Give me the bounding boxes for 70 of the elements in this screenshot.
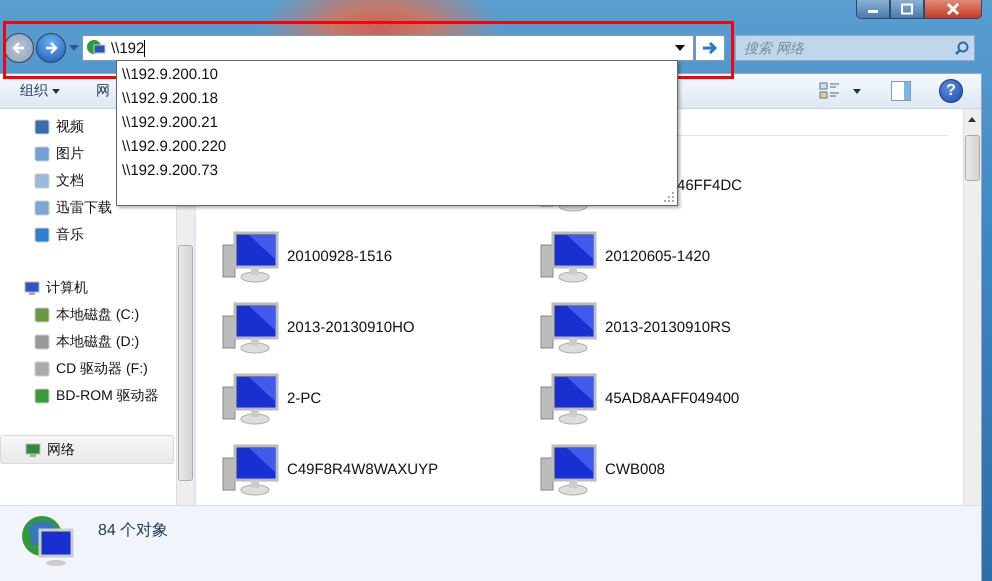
nav-icon bbox=[24, 440, 42, 458]
nav-icon bbox=[33, 144, 51, 162]
suggestion-item[interactable]: \\192.9.200.21 bbox=[117, 111, 677, 135]
scrollbar[interactable] bbox=[963, 109, 981, 505]
computer-name[interactable]: 45AD8AAFF049400 bbox=[605, 390, 740, 407]
nav-item[interactable]: 网络 bbox=[0, 435, 174, 464]
suggestion-item[interactable]: \\192.9.200.10 bbox=[117, 63, 677, 87]
nav-item[interactable]: 本地磁盘 (D:) bbox=[0, 328, 176, 355]
computer-icon bbox=[221, 228, 281, 284]
preview-pane-icon[interactable] bbox=[891, 81, 911, 101]
computer-icon bbox=[539, 370, 599, 426]
nav-item[interactable]: 计算机 bbox=[0, 274, 176, 301]
resize-grip-icon[interactable] bbox=[663, 191, 675, 203]
nav-icon bbox=[33, 118, 51, 136]
nav-icon bbox=[33, 332, 51, 350]
computer-name[interactable]: 2-PC bbox=[287, 390, 322, 407]
nav-icon bbox=[33, 172, 51, 190]
computer-name[interactable]: 46FF4DC bbox=[677, 177, 742, 194]
caret-icon[interactable] bbox=[675, 45, 685, 51]
suggestion-item[interactable]: \\192.9.200.18 bbox=[117, 87, 677, 111]
help-button[interactable]: ? bbox=[939, 79, 963, 103]
suggestion-item[interactable]: \\192.9.200.73 bbox=[117, 159, 677, 183]
close-icon bbox=[944, 2, 962, 16]
nav-item[interactable]: 音乐 bbox=[0, 221, 176, 248]
toolbar-item[interactable]: 网 bbox=[96, 82, 110, 100]
maximize-button[interactable] bbox=[890, 0, 924, 19]
item-count: 84 个对象 bbox=[98, 520, 168, 541]
nav-icon bbox=[23, 278, 41, 296]
nav-icon bbox=[33, 306, 51, 324]
network-icon bbox=[86, 39, 106, 57]
right-arrow-icon bbox=[702, 41, 718, 55]
computer-icon bbox=[539, 228, 599, 284]
computer-icon bbox=[221, 442, 281, 498]
go-button[interactable] bbox=[695, 35, 725, 61]
view-options-icon[interactable] bbox=[819, 81, 841, 101]
computer-name[interactable]: C49F8R4W8WAXUYP bbox=[287, 461, 438, 478]
computer-icon bbox=[221, 300, 281, 356]
back-button[interactable] bbox=[4, 33, 34, 63]
close-button[interactable] bbox=[924, 0, 982, 19]
scroll-thumb[interactable] bbox=[965, 135, 980, 181]
suggestion-item[interactable]: \\192.9.200.220 bbox=[117, 135, 677, 159]
caret-icon bbox=[52, 88, 60, 94]
computer-name[interactable]: CWB008 bbox=[605, 461, 666, 478]
scroll-up-icon[interactable] bbox=[968, 117, 976, 122]
nav-item[interactable]: BD-ROM 驱动器 bbox=[0, 382, 176, 409]
right-arrow-icon bbox=[44, 42, 58, 54]
minimize-button[interactable] bbox=[856, 0, 890, 19]
caret-icon[interactable] bbox=[853, 88, 861, 94]
computer-icon bbox=[539, 300, 599, 356]
maximize-icon bbox=[899, 3, 915, 15]
left-arrow-icon bbox=[12, 42, 26, 54]
search-icon bbox=[955, 41, 969, 55]
computer-name[interactable]: 2013-20130910RS bbox=[605, 319, 731, 336]
nav-icon bbox=[33, 386, 51, 404]
nav-item[interactable]: CD 驱动器 (F:) bbox=[0, 355, 176, 382]
nav-icon bbox=[33, 198, 51, 216]
computer-icon bbox=[539, 442, 599, 498]
computer-icon bbox=[221, 370, 281, 426]
computer-name[interactable]: 20120605-1420 bbox=[605, 248, 710, 265]
scroll-thumb[interactable] bbox=[178, 245, 193, 481]
nav-icon bbox=[33, 360, 51, 378]
forward-button[interactable] bbox=[36, 33, 66, 63]
nav-item[interactable]: 迅雷下载 bbox=[0, 194, 176, 221]
organize-menu-button[interactable]: 组织 bbox=[20, 82, 60, 100]
computer-name[interactable]: 2013-20130910HO bbox=[287, 319, 415, 336]
nav-icon bbox=[33, 226, 51, 244]
search-field[interactable]: 搜索 网络 bbox=[735, 35, 975, 61]
computer-name[interactable]: 20100928-1516 bbox=[287, 248, 392, 265]
nav-item[interactable]: 本地磁盘 (C:) bbox=[0, 301, 176, 328]
address-field[interactable]: \\192 bbox=[82, 35, 694, 61]
